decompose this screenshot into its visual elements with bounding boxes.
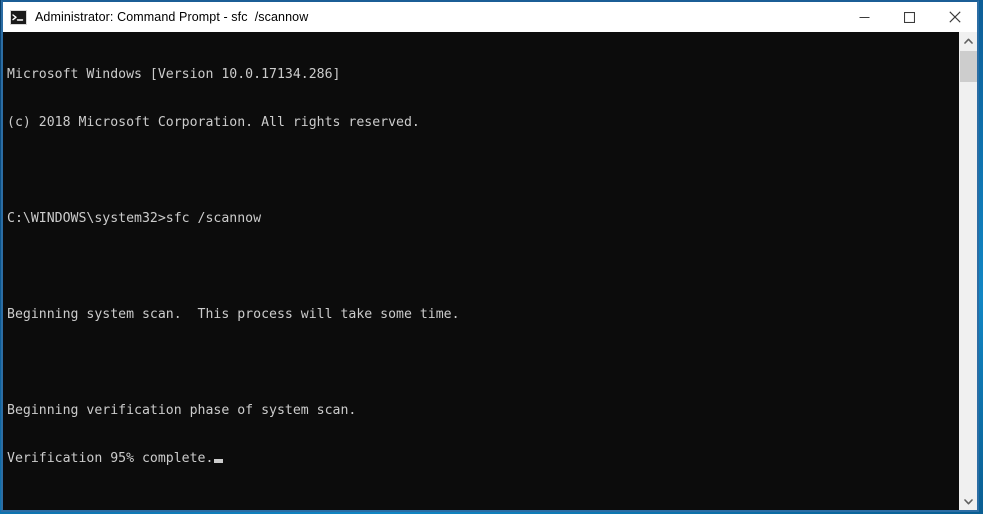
text-cursor bbox=[214, 459, 224, 463]
minimize-button[interactable] bbox=[842, 2, 887, 32]
command-prompt-window: Administrator: Command Prompt - sfc /sca… bbox=[1, 0, 979, 512]
window-title: Administrator: Command Prompt - sfc /sca… bbox=[35, 9, 309, 24]
console-line: (c) 2018 Microsoft Corporation. All righ… bbox=[7, 115, 420, 130]
scroll-down-button[interactable] bbox=[960, 493, 977, 510]
maximize-button[interactable] bbox=[887, 2, 932, 32]
vertical-scrollbar[interactable] bbox=[959, 32, 977, 510]
scrollbar-track[interactable] bbox=[960, 49, 977, 493]
close-icon bbox=[948, 11, 961, 23]
window-controls bbox=[842, 2, 977, 32]
console-line: Beginning verification phase of system s… bbox=[7, 403, 357, 418]
command-prompt-icon bbox=[10, 9, 27, 25]
scrollbar-thumb[interactable] bbox=[960, 51, 977, 82]
minimize-icon bbox=[859, 16, 870, 18]
chevron-up-icon bbox=[964, 38, 973, 44]
scroll-up-button[interactable] bbox=[960, 32, 977, 49]
chevron-down-icon bbox=[964, 498, 973, 504]
console-output[interactable]: Microsoft Windows [Version 10.0.17134.28… bbox=[3, 32, 959, 510]
console-line: Microsoft Windows [Version 10.0.17134.28… bbox=[7, 67, 341, 82]
console-line-command: C:\WINDOWS\system32>sfc /scannow bbox=[7, 211, 262, 226]
console-area[interactable]: Microsoft Windows [Version 10.0.17134.28… bbox=[3, 32, 977, 510]
console-line: Beginning system scan. This process will… bbox=[7, 307, 460, 322]
maximize-icon bbox=[904, 11, 915, 23]
progress-text: Verification 95% complete. bbox=[7, 451, 214, 466]
window-titlebar[interactable]: Administrator: Command Prompt - sfc /sca… bbox=[3, 2, 977, 32]
console-line-progress: Verification 95% complete. bbox=[7, 451, 959, 467]
close-button[interactable] bbox=[932, 2, 977, 32]
